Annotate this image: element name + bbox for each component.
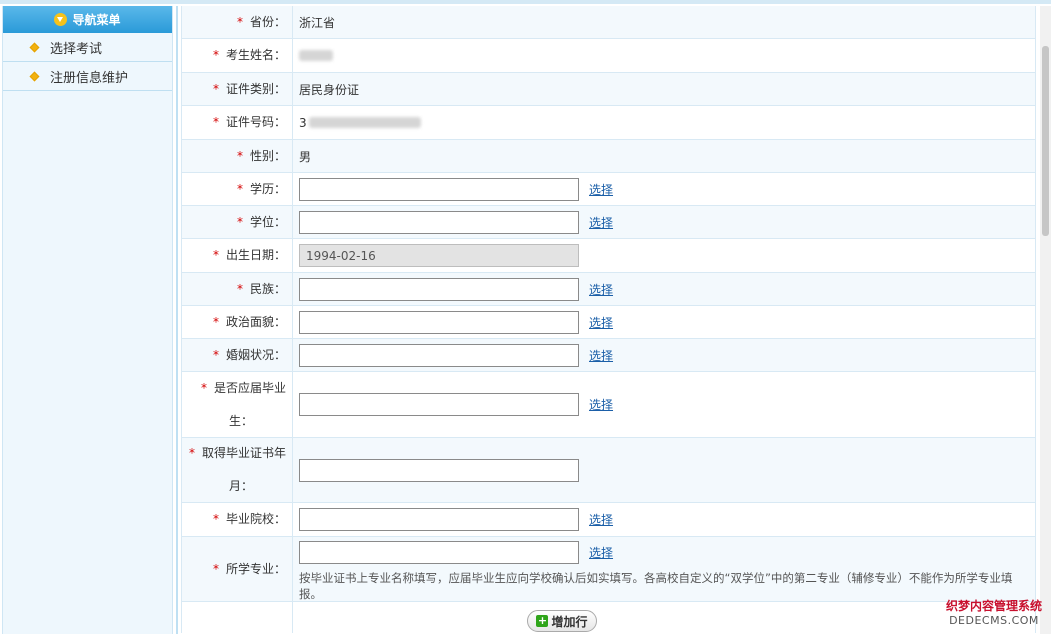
required-mark: * [212,81,219,96]
gender-value: 男 [299,149,312,164]
required-mark: * [236,281,243,296]
form-row-school: * 毕业院校： 选择 [182,503,1035,537]
add-row-button[interactable]: + 增加行 [527,610,597,632]
school-choose-link[interactable]: 选择 [589,511,613,528]
chevron-down-icon [54,13,68,26]
school-label: 毕业院校： [225,512,286,526]
province-label: 省份： [249,14,286,29]
required-mark: * [236,181,243,196]
nav-menu-header[interactable]: 导航菜单 [3,6,172,33]
form-row-degree: * 学位： 选择 [182,206,1035,239]
nav-menu-title: 导航菜单 [72,13,121,27]
gender-label: 性别： [249,148,286,163]
political-choose-link[interactable]: 选择 [589,314,613,331]
required-mark: * [212,314,219,329]
fresh-grad-label-line1: 是否应届毕业 [213,380,286,395]
fresh-grad-label-line2: 生： [228,413,253,428]
required-mark: * [236,214,243,229]
vertical-scrollbar[interactable] [1040,6,1051,634]
major-choose-link[interactable]: 选择 [589,544,613,561]
form-row-political: * 政治面貌： 选择 [182,306,1035,339]
diamond-bullet-icon [29,71,40,81]
degree-choose-link[interactable]: 选择 [589,214,613,231]
required-mark: * [236,14,243,29]
form-row-id-type: * 证件类别： 居民身份证 [182,73,1035,106]
registration-form: * 省份： 浙江省 * 考生姓名： * 证件类别： 居民身份证 * 证件号码： 3 * 性… [181,6,1036,633]
form-row-fresh-graduate: * 是否应届毕业 生： 选择 [182,372,1035,438]
form-row-major: * 所学专业： 选择 按毕业证书上专业名称填写，应届毕业生应向学校确认后如实填写。… [182,537,1035,602]
school-input[interactable] [299,508,579,531]
id-type-label: 证件类别： [225,81,286,96]
divider [176,6,178,634]
name-label: 考生姓名： [225,48,286,62]
sidebar-nav: 导航菜单 选择考试 注册信息维护 [2,6,173,634]
top-border [0,0,1051,4]
watermark: 织梦内容管理系统 DEDECMS.COM [940,598,1048,628]
required-mark: * [212,115,219,129]
form-row-education: * 学历： 选择 [182,173,1035,206]
form-row-province: * 省份： 浙江省 [182,6,1035,39]
watermark-line2: DEDECMS.COM [949,614,1039,627]
grad-cert-input[interactable] [299,458,579,482]
required-mark: * [212,48,219,62]
form-row-grad-cert-date: * 取得毕业证书年 月： [182,438,1035,503]
form-row-name: * 考生姓名： [182,39,1035,73]
major-input[interactable] [299,540,579,564]
required-mark: * [212,561,219,576]
fresh-grad-choose-link[interactable]: 选择 [589,396,613,413]
sidebar-item-label: 注册信息维护 [50,70,129,86]
required-mark: * [212,512,219,526]
form-row-ethnicity: * 民族： 选择 [182,273,1035,306]
watermark-line1: 织梦内容管理系统 [945,599,1042,613]
form-row-id-number: * 证件号码： 3 [182,106,1035,140]
political-label: 政治面貌： [225,314,286,329]
sidebar-item-registration-info[interactable]: 注册信息维护 [3,62,172,91]
degree-input[interactable] [299,210,579,234]
form-row-gender: * 性别： 男 [182,140,1035,173]
id-number-prefix: 3 [299,115,307,130]
form-row-actions [182,602,1035,633]
marital-input[interactable] [299,343,579,367]
required-mark: * [212,347,219,362]
form-row-marital: * 婚姻状况： 选择 [182,339,1035,372]
sidebar-item-select-exam[interactable]: 选择考试 [3,33,172,62]
required-mark: * [200,380,207,395]
birth-date-label: 出生日期： [225,248,286,262]
required-mark: * [188,446,195,460]
sidebar-item-label: 选择考试 [50,41,103,57]
ethnicity-label: 民族： [249,281,286,296]
ethnicity-input[interactable] [299,277,579,301]
add-row-label: 增加行 [551,614,588,629]
id-number-label: 证件号码： [225,115,286,129]
plus-icon: + [536,614,549,627]
province-value: 浙江省 [299,15,336,30]
education-label: 学历： [249,181,286,196]
marital-choose-link[interactable]: 选择 [589,347,613,364]
grad-cert-label-line2: 月： [228,479,253,493]
education-input[interactable] [299,177,579,201]
grad-cert-label-line1: 取得毕业证书年 [201,446,286,460]
major-label: 所学专业： [225,561,286,576]
name-value-redacted [299,50,333,61]
required-mark: * [236,148,243,163]
degree-label: 学位： [249,214,286,229]
diamond-bullet-icon [29,42,40,52]
scrollbar-thumb[interactable] [1042,46,1049,236]
required-mark: * [212,248,219,262]
form-row-birth-date: * 出生日期： [182,239,1035,273]
political-input[interactable] [299,310,579,334]
education-choose-link[interactable]: 选择 [589,181,613,198]
id-number-redacted [308,117,421,128]
fresh-grad-input[interactable] [299,393,579,416]
id-type-value: 居民身份证 [299,82,360,97]
ethnicity-choose-link[interactable]: 选择 [589,281,613,298]
marital-label: 婚姻状况： [225,347,286,362]
major-hint-text: 按毕业证书上专业名称填写，应届毕业生应向学校确认后如实填写。各高校自定义的“双学… [299,570,1013,601]
birth-date-input [299,244,579,267]
